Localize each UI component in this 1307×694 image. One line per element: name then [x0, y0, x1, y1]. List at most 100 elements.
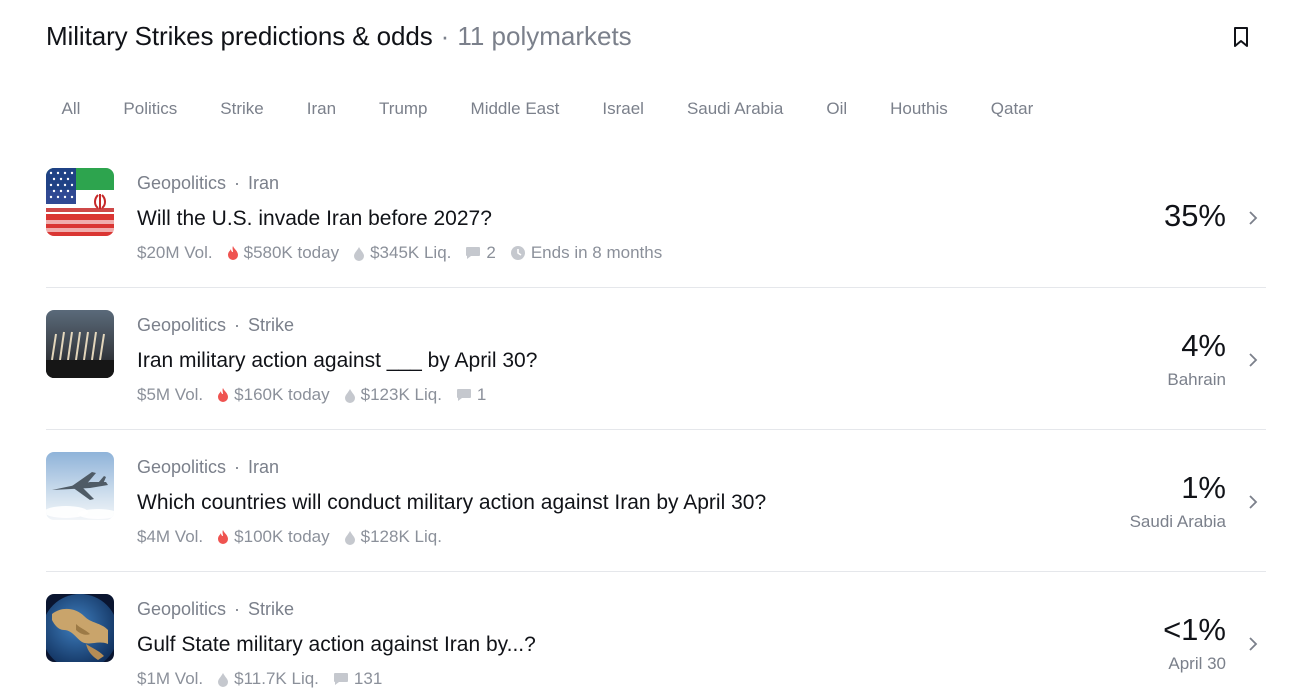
page-header: Military Strikes predictions & odds · 11… [46, 18, 632, 54]
meta-separator: · [234, 173, 241, 193]
market-row[interactable]: Geopolitics · Iran Which countries will … [46, 430, 1266, 572]
chevron-right-icon[interactable] [1246, 208, 1260, 228]
market-list: Geopolitics · Iran Will the U.S. invade … [46, 146, 1266, 694]
tab-israel[interactable]: Israel [581, 91, 666, 127]
market-meta: Geopolitics · Strike [137, 315, 294, 336]
tab-trump[interactable]: Trump [358, 91, 450, 127]
market-thumbnail [46, 310, 114, 378]
market-title[interactable]: Gulf State military action against Iran … [137, 633, 536, 657]
liquidity-stat: $11.7K Liq. [217, 669, 319, 689]
market-outcome: April 30 [1168, 654, 1226, 673]
market-percent: 35% [1163, 198, 1226, 233]
liquidity-stat: $345K Liq. [353, 243, 451, 263]
today-stat: $100K today [217, 527, 330, 547]
market-tag[interactable]: Strike [248, 315, 294, 336]
market-count: 11 polymarkets [457, 20, 632, 51]
meta-separator: · [234, 599, 241, 619]
liquidity-value: $11.7K Liq. [234, 669, 319, 688]
market-row[interactable]: Geopolitics · Strike Gulf State military… [46, 572, 1266, 694]
tab-strike[interactable]: Strike [199, 91, 285, 127]
comment-icon [456, 389, 471, 401]
market-category[interactable]: Geopolitics [137, 599, 226, 620]
market-stats: $4M Vol. $100K today $128K Liq. [137, 527, 456, 547]
liquidity-stat: $123K Liq. [344, 385, 442, 405]
volume-stat: $4M Vol. [137, 527, 203, 547]
comments-stat[interactable]: 1 [456, 385, 486, 405]
market-tag[interactable]: Iran [248, 173, 279, 194]
tab-houthis[interactable]: Houthis [869, 91, 970, 127]
market-category[interactable]: Geopolitics [137, 457, 226, 478]
bookmark-icon [1234, 27, 1248, 47]
tab-politics[interactable]: Politics [102, 91, 199, 127]
market-stats: $20M Vol. $580K today $345K Liq. 2 Ends … [137, 243, 676, 263]
liquidity-value: $123K Liq. [360, 385, 442, 404]
volume-value: $1M Vol. [137, 669, 204, 688]
market-thumbnail [46, 168, 114, 236]
volume-value: $5M Vol. [137, 385, 204, 404]
droplet-icon [218, 673, 229, 687]
fire-icon [218, 530, 229, 544]
chevron-right-icon[interactable] [1246, 350, 1260, 370]
droplet-icon [354, 247, 365, 261]
today-value: $100K today [234, 527, 330, 546]
tab-qatar[interactable]: Qatar [969, 91, 1055, 127]
market-category[interactable]: Geopolitics [137, 315, 226, 336]
today-stat: $580K today [227, 243, 339, 263]
tab-all[interactable]: All [40, 91, 102, 127]
fire-icon [218, 388, 229, 402]
liquidity-value: $345K Liq. [370, 243, 452, 262]
market-row[interactable]: Geopolitics · Iran Will the U.S. invade … [46, 146, 1266, 288]
market-title[interactable]: Iran military action against ___ by Apri… [137, 349, 537, 373]
comments-value: 1 [476, 385, 487, 404]
category-tabs: All Politics Strike Iran Trump Middle Ea… [40, 90, 1055, 128]
liquidity-stat: $128K Liq. [344, 527, 442, 547]
market-meta: Geopolitics · Iran [137, 173, 279, 194]
market-title[interactable]: Will the U.S. invade Iran before 2027? [137, 207, 492, 231]
tab-oil[interactable]: Oil [805, 91, 869, 127]
comments-value: 131 [353, 669, 383, 688]
droplet-icon [344, 531, 355, 545]
ends-value: Ends in 8 months [530, 243, 663, 262]
chevron-right-icon[interactable] [1246, 492, 1260, 512]
droplet-icon [344, 389, 355, 403]
ends-stat: Ends in 8 months [510, 243, 662, 263]
title-separator: · [440, 20, 450, 51]
tab-iran[interactable]: Iran [285, 91, 357, 127]
market-tag[interactable]: Strike [248, 599, 294, 620]
volume-value: $20M Vol. [137, 243, 213, 262]
comment-icon [333, 673, 348, 685]
bookmark-button[interactable] [1226, 22, 1256, 52]
today-value: $160K today [234, 385, 330, 404]
volume-stat: $20M Vol. [137, 243, 213, 263]
volume-stat: $1M Vol. [137, 669, 203, 689]
liquidity-value: $128K Liq. [360, 527, 442, 546]
clock-icon [510, 246, 525, 260]
market-category[interactable]: Geopolitics [137, 173, 226, 194]
volume-stat: $5M Vol. [137, 385, 203, 405]
market-stats: $1M Vol. $11.7K Liq. 131 [137, 669, 396, 689]
market-thumbnail [46, 594, 114, 662]
volume-value: $4M Vol. [137, 527, 204, 546]
market-percent: <1% [1163, 612, 1226, 647]
page-title: Military Strikes predictions & odds [46, 20, 433, 51]
today-value: $580K today [243, 243, 340, 262]
market-percent: 4% [1181, 328, 1226, 363]
tab-middle-east[interactable]: Middle East [449, 91, 581, 127]
comment-icon [466, 247, 481, 259]
comments-stat[interactable]: 2 [465, 243, 496, 263]
market-title[interactable]: Which countries will conduct military ac… [137, 491, 766, 515]
market-row[interactable]: Geopolitics · Strike Iran military actio… [46, 288, 1266, 430]
comments-value: 2 [486, 243, 496, 262]
comments-stat[interactable]: 131 [333, 669, 382, 689]
market-tag[interactable]: Iran [248, 457, 279, 478]
market-meta: Geopolitics · Iran [137, 457, 279, 478]
today-stat: $160K today [217, 385, 330, 405]
fire-icon [227, 246, 238, 260]
market-meta: Geopolitics · Strike [137, 599, 294, 620]
meta-separator: · [234, 315, 241, 335]
market-thumbnail [46, 452, 114, 520]
market-percent: 1% [1181, 470, 1226, 505]
chevron-right-icon[interactable] [1246, 634, 1260, 654]
tab-saudi-arabia[interactable]: Saudi Arabia [665, 91, 804, 127]
meta-separator: · [234, 457, 241, 477]
